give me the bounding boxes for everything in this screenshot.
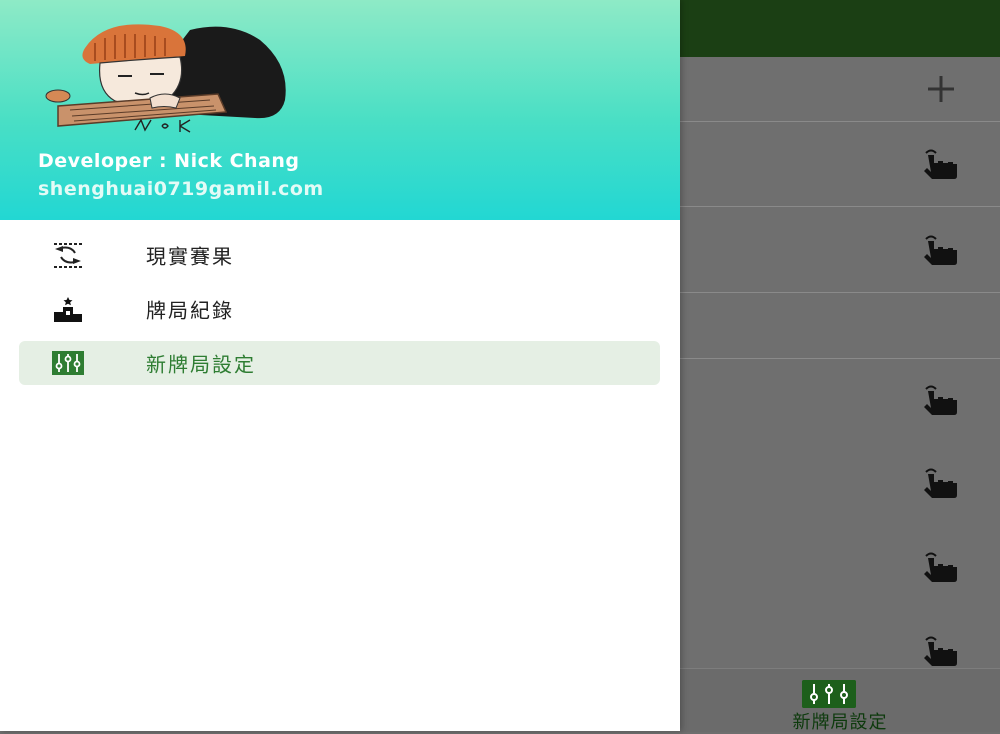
drawer-item-label: 牌局紀錄: [146, 298, 234, 323]
navigation-drawer: Developer : Nick Chang shenghuai0719gami…: [0, 0, 680, 731]
developer-email: shenghuai0719gamil.com: [38, 178, 324, 200]
bottom-nav-new-game-settings[interactable]: 新牌局設定: [680, 668, 1000, 733]
drawer-item-real-results[interactable]: 現實賽果: [19, 233, 660, 277]
sliders-icon: [52, 351, 84, 375]
drawer-item-new-game-settings[interactable]: 新牌局設定: [19, 341, 660, 385]
podium-icon: [54, 297, 82, 322]
sliders-icon: [802, 680, 856, 708]
drawer-item-label: 新牌局設定: [146, 352, 256, 377]
pointing-hand-icon[interactable]: [916, 149, 964, 179]
pointing-hand-icon[interactable]: [916, 235, 964, 265]
pointing-hand-icon[interactable]: [916, 636, 964, 666]
drawer-item-game-records[interactable]: 牌局紀錄: [19, 287, 660, 331]
developer-name: Developer : Nick Chang: [38, 150, 300, 172]
pointing-hand-icon[interactable]: [916, 552, 964, 582]
drawer-header: Developer : Nick Chang shenghuai0719gami…: [0, 0, 680, 220]
pointing-hand-icon[interactable]: [916, 468, 964, 498]
results-swap-icon: [54, 243, 82, 268]
pointing-hand-icon[interactable]: [916, 385, 964, 415]
drawer-item-label: 現實賽果: [146, 244, 234, 269]
developer-avatar: [45, 24, 286, 133]
plus-icon[interactable]: [924, 72, 958, 106]
bottom-nav-label: 新牌局設定: [792, 712, 888, 733]
